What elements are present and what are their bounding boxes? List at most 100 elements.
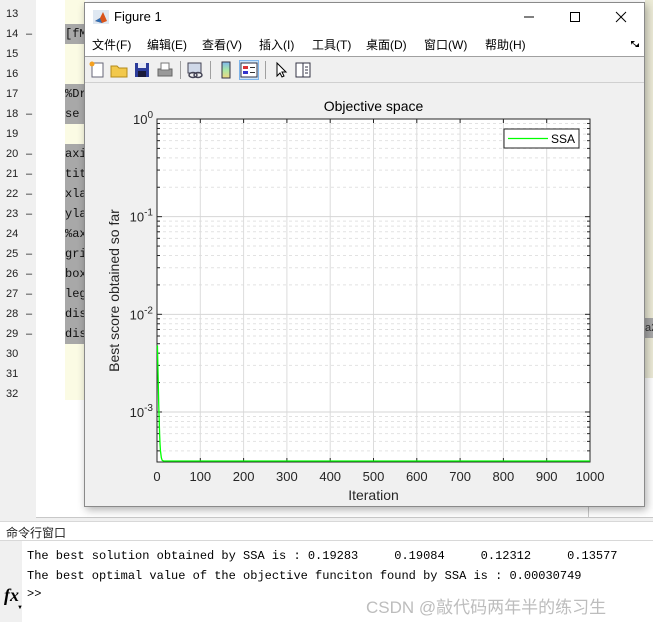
dock-arrow-icon[interactable] (630, 40, 640, 48)
fx-dropdown-icon[interactable]: ▼ (17, 605, 23, 611)
line-number: 13 (6, 4, 36, 24)
line-number-text: 23 (6, 208, 19, 220)
line-number-text: 31 (6, 368, 19, 380)
print-icon[interactable] (156, 61, 174, 79)
line-number: 21– (6, 164, 36, 184)
line-number-text: 19 (6, 128, 19, 140)
line-number: 28– (6, 304, 36, 324)
maximize-button[interactable] (552, 3, 598, 31)
breakpoint-marker[interactable]: – (26, 324, 32, 344)
line-number: 26– (6, 264, 36, 284)
line-number-text: 13 (6, 8, 19, 20)
figure-toolbar (85, 56, 644, 83)
legend: SSA (503, 128, 580, 149)
x-tick-label: 100 (189, 469, 211, 484)
line-number-text: 18 (6, 108, 19, 120)
x-tick-label: 200 (233, 469, 255, 484)
menu-window[interactable]: 窗口(W) (424, 36, 467, 53)
line-number: 23– (6, 204, 36, 224)
breakpoint-marker[interactable]: – (26, 164, 32, 184)
objective-space-chart[interactable]: 0 100 200 300 400 500 600 700 800 900 1000 10010-1… (85, 85, 644, 506)
line-number-text: 28 (6, 308, 19, 320)
menu-bar: 文件(F) 编辑(E) 查看(V) 插入(I) 工具(T) 桌面(D) 窗口(W… (85, 31, 644, 56)
close-button[interactable] (598, 3, 644, 31)
breakpoint-marker[interactable]: – (26, 184, 32, 204)
title-bar[interactable]: Figure 1 (85, 3, 644, 31)
plot-area[interactable]: 0 100 200 300 400 500 600 700 800 900 1000 100 10-1… (85, 85, 644, 506)
line-number: 14– (6, 24, 36, 44)
line-number: 27– (6, 284, 36, 304)
maximize-icon (570, 12, 580, 22)
command-window-header: 命令行窗口 (0, 521, 653, 541)
close-icon (615, 11, 627, 23)
line-number: 22– (6, 184, 36, 204)
y-tick-label: 10-2 (130, 305, 154, 322)
breakpoint-marker[interactable]: – (26, 104, 32, 124)
toolbar-separator (210, 61, 211, 79)
matlab-logo-icon (93, 10, 109, 24)
line-number-text: 30 (6, 348, 19, 360)
minimize-button[interactable] (506, 3, 552, 31)
code-fragment-right: a2 (645, 318, 653, 338)
output-line: The best solution obtained by SSA is : 0… (27, 549, 618, 563)
y-tick-label: 10-3 (130, 403, 154, 420)
legend-entry-ssa: SSA (551, 132, 575, 146)
x-tick-label: 700 (449, 469, 471, 484)
menu-file[interactable]: 文件(F) (92, 36, 131, 53)
line-number-text: 15 (6, 48, 19, 60)
breakpoint-marker[interactable]: – (26, 24, 32, 44)
line-number: 29– (6, 324, 36, 344)
line-number: 24 (6, 224, 36, 244)
menu-help[interactable]: 帮助(H) (485, 36, 526, 53)
line-number-text: 20 (6, 148, 19, 160)
y-tick-exponent: -1 (144, 208, 153, 219)
y-tick-base: 10 (130, 210, 144, 225)
menu-view[interactable]: 查看(V) (202, 36, 242, 53)
minimize-icon (524, 16, 534, 18)
link-plot-icon[interactable] (186, 61, 204, 79)
figure-window[interactable]: Figure 1 文件(F) 编辑(E) 查看(V) 插入(I) 工具(T) 桌… (84, 2, 645, 507)
line-number: 19 (6, 124, 36, 144)
line-number: 31 (6, 364, 36, 384)
line-number: 20– (6, 144, 36, 164)
pointer-icon[interactable] (272, 61, 290, 79)
line-number: 32 (6, 384, 36, 404)
menu-tools[interactable]: 工具(T) (312, 36, 351, 53)
new-figure-icon[interactable] (88, 61, 106, 79)
x-tick-label: 1000 (576, 469, 605, 484)
open-file-icon[interactable] (110, 61, 128, 79)
editor-right-margin (645, 338, 653, 378)
line-number-text: 22 (6, 188, 19, 200)
breakpoint-marker[interactable]: – (26, 284, 32, 304)
function-browser-icon[interactable]: fx (4, 585, 19, 606)
y-tick-exponent: -2 (144, 305, 153, 316)
property-editor-icon[interactable] (294, 61, 312, 79)
y-tick-label: 10-1 (130, 208, 154, 225)
menu-insert[interactable]: 插入(I) (259, 36, 294, 53)
x-axis-label: Iteration (348, 487, 399, 503)
breakpoint-marker[interactable]: – (26, 204, 32, 224)
line-number-text: 16 (6, 68, 19, 80)
y-tick-exponent: -3 (144, 403, 153, 414)
menu-edit[interactable]: 编辑(E) (147, 36, 187, 53)
line-number-text: 24 (6, 228, 19, 240)
line-number-text: 17 (6, 88, 19, 100)
line-number: 30 (6, 344, 36, 364)
command-prompt[interactable]: >> (27, 587, 41, 601)
legend-icon[interactable] (239, 60, 259, 80)
menu-desktop[interactable]: 桌面(D) (366, 36, 407, 53)
output-line: The best optimal value of the objective … (27, 569, 582, 583)
x-tick-label: 900 (536, 469, 558, 484)
breakpoint-marker[interactable]: – (26, 144, 32, 164)
y-axis-label: Best score obtained so far (106, 209, 122, 372)
toolbar-separator (265, 61, 266, 79)
colorbar-icon[interactable] (217, 61, 235, 79)
breakpoint-marker[interactable]: – (26, 244, 32, 264)
x-tick-label: 600 (406, 469, 428, 484)
save-icon[interactable] (133, 61, 151, 79)
x-tick-label: 800 (493, 469, 515, 484)
breakpoint-marker[interactable]: – (26, 304, 32, 324)
breakpoint-marker[interactable]: – (26, 264, 32, 284)
y-tick-base: 10 (130, 307, 144, 322)
x-tick-label: 300 (276, 469, 298, 484)
